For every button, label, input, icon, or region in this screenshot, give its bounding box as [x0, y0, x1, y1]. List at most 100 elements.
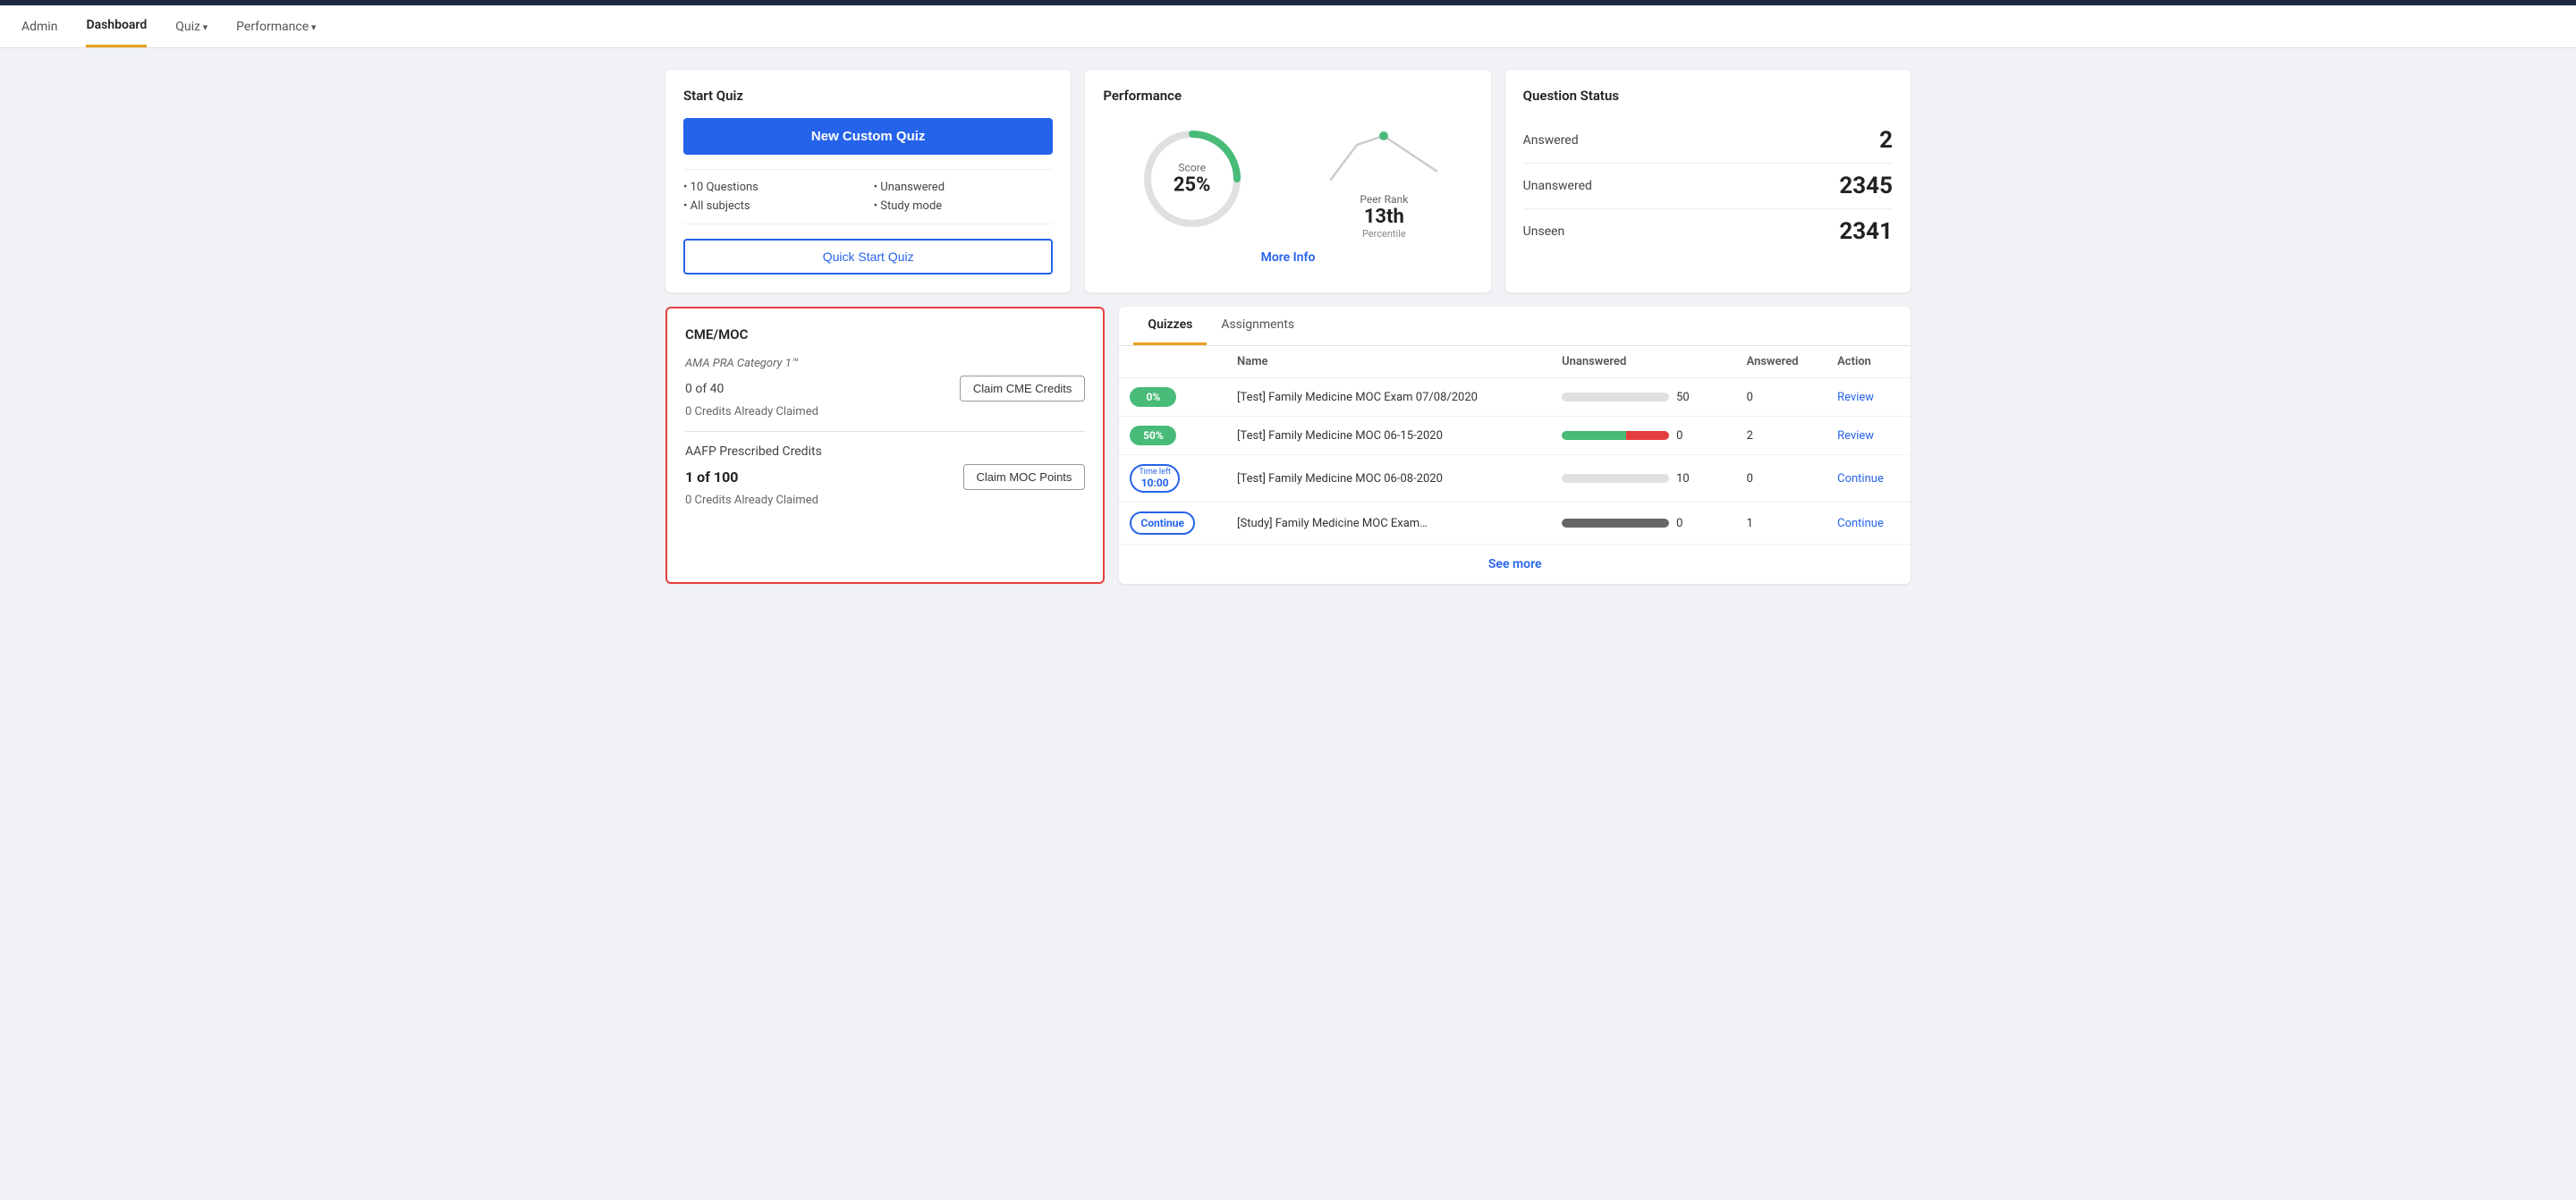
table-header-row: Name Unanswered Answered Action: [1119, 346, 1911, 378]
cme-title: CME/MOC: [685, 326, 1085, 342]
nav-quiz[interactable]: Quiz: [175, 7, 208, 46]
cme-section-aafp: AAFP Prescribed Credits 1 of 100 Claim M…: [685, 444, 1085, 507]
moc-count-row: 1 of 100 Claim MOC Points: [685, 464, 1085, 490]
unseen-value: 2341: [1839, 218, 1893, 245]
quiz-badge-0pct: 0%: [1130, 387, 1176, 407]
action-cell: Review: [1826, 378, 1911, 417]
table-row: Continue [Study] Family Medicine MOC Exa…: [1119, 503, 1911, 545]
cme-already-claimed: 0 Credits Already Claimed: [685, 405, 1085, 418]
time-left-badge: Time left 10:00: [1130, 464, 1180, 493]
name-cell: [Test] Family Medicine MOC 06-15-2020: [1226, 417, 1551, 455]
quizzes-card: Quizzes Assignments Name Unanswered Answ…: [1119, 307, 1911, 584]
quiz-options: 10 Questions Unanswered All subjects Stu…: [683, 169, 1053, 224]
claim-moc-button[interactable]: Claim MOC Points: [963, 464, 1086, 490]
name-cell: [Study] Family Medicine MOC Exam…: [1226, 503, 1551, 545]
unseen-label: Unseen: [1523, 224, 1565, 239]
performance-card: Performance Score 25%: [1085, 70, 1490, 292]
moc-already-claimed: 0 Credits Already Claimed: [685, 494, 1085, 507]
tab-assignments[interactable]: Assignments: [1207, 307, 1309, 345]
more-info-link[interactable]: More Info: [1103, 250, 1472, 265]
bottom-row: CME/MOC AMA PRA Category 1™ 0 of 40 Clai…: [665, 307, 1911, 584]
action-cell: Continue: [1826, 455, 1911, 503]
cme-count-row: 0 of 40 Claim CME Credits: [685, 376, 1085, 401]
quiz-badge-continue: Continue: [1130, 511, 1195, 535]
name-cell: [Test] Family Medicine MOC 06-08-2020: [1226, 455, 1551, 503]
nav-dashboard[interactable]: Dashboard: [86, 5, 147, 47]
peer-rank-value: 13th: [1360, 206, 1408, 228]
new-custom-quiz-button[interactable]: New Custom Quiz: [683, 118, 1053, 155]
cme-category-label: AMA PRA Category 1™: [685, 357, 1085, 370]
peer-rank-sub: Percentile: [1360, 228, 1408, 240]
top-row: Start Quiz New Custom Quiz 10 Questions …: [665, 70, 1911, 292]
unanswered-cell: 10: [1551, 455, 1736, 503]
badge-cell: 50%: [1119, 417, 1226, 455]
cme-section-ama: AMA PRA Category 1™ 0 of 40 Claim CME Cr…: [685, 357, 1085, 418]
cme-count: 0 of 40: [685, 382, 724, 396]
performance-inner: Score 25% Peer Rank 13th Percentile: [1103, 118, 1472, 240]
quiz-option-questions: 10 Questions: [683, 181, 863, 194]
review-link-2[interactable]: Review: [1837, 429, 1874, 443]
answered-cell: 2: [1736, 417, 1827, 455]
unanswered-label: Unanswered: [1523, 179, 1592, 193]
action-cell: Review: [1826, 417, 1911, 455]
nav-bar: Admin Dashboard Quiz Performance: [0, 5, 2576, 48]
peer-rank-wrap: Peer Rank 13th Percentile: [1295, 118, 1473, 240]
score-label: Score 25%: [1174, 162, 1211, 197]
claim-cme-button[interactable]: Claim CME Credits: [960, 376, 1086, 401]
unanswered-cell: 0: [1551, 503, 1736, 545]
answered-row: Answered 2: [1523, 118, 1893, 164]
continue-link-1[interactable]: Continue: [1837, 472, 1884, 486]
badge-cell: Time left 10:00: [1119, 455, 1226, 503]
col-badge: [1119, 346, 1226, 378]
quiz-table: Name Unanswered Answered Action 0% [Test…: [1119, 346, 1911, 545]
col-name: Name: [1226, 346, 1551, 378]
badge-cell: Continue: [1119, 503, 1226, 545]
unanswered-cell: 50: [1551, 378, 1736, 417]
score-circle: Score 25%: [1139, 125, 1246, 232]
start-quiz-title: Start Quiz: [683, 88, 1053, 104]
start-quiz-card: Start Quiz New Custom Quiz 10 Questions …: [665, 70, 1071, 292]
answered-cell: 0: [1736, 455, 1827, 503]
table-row: Time left 10:00 [Test] Family Medicine M…: [1119, 455, 1911, 503]
moc-count: 1 of 100: [685, 469, 738, 486]
name-cell: [Test] Family Medicine MOC Exam 07/08/20…: [1226, 378, 1551, 417]
question-status-card: Question Status Answered 2 Unanswered 23…: [1505, 70, 1911, 292]
see-more-row: See more: [1119, 545, 1911, 584]
col-unanswered: Unanswered: [1551, 346, 1736, 378]
quiz-option-unanswered: Unanswered: [874, 181, 1054, 194]
performance-title: Performance: [1103, 88, 1472, 104]
tab-quizzes[interactable]: Quizzes: [1133, 307, 1207, 345]
answered-value: 2: [1879, 127, 1893, 154]
table-row: 50% [Test] Family Medicine MOC 06-15-202…: [1119, 417, 1911, 455]
aafp-label: AAFP Prescribed Credits: [685, 444, 1085, 459]
unanswered-cell: 0: [1551, 417, 1736, 455]
nav-performance[interactable]: Performance: [236, 7, 316, 46]
score-circle-wrap: Score 25%: [1103, 125, 1281, 232]
cme-divider: [685, 431, 1085, 432]
quick-start-quiz-button[interactable]: Quick Start Quiz: [683, 239, 1053, 275]
quiz-badge-50pct: 50%: [1130, 426, 1176, 445]
answered-cell: 1: [1736, 503, 1827, 545]
peer-rank-chart: [1330, 118, 1437, 190]
tabs-row: Quizzes Assignments: [1119, 307, 1911, 346]
action-cell: Continue: [1826, 503, 1911, 545]
review-link-1[interactable]: Review: [1837, 391, 1874, 404]
score-value: 25%: [1174, 174, 1211, 197]
col-action: Action: [1826, 346, 1911, 378]
unanswered-row: Unanswered 2345: [1523, 164, 1893, 209]
see-more-link[interactable]: See more: [1488, 557, 1542, 571]
cme-moc-card: CME/MOC AMA PRA Category 1™ 0 of 40 Clai…: [665, 307, 1105, 584]
badge-cell: 0%: [1119, 378, 1226, 417]
unanswered-value: 2345: [1839, 173, 1893, 199]
quiz-option-mode: Study mode: [874, 199, 1054, 213]
col-answered: Answered: [1736, 346, 1827, 378]
nav-admin[interactable]: Admin: [21, 7, 57, 46]
quiz-option-subjects: All subjects: [683, 199, 863, 213]
main-content: Start Quiz New Custom Quiz 10 Questions …: [644, 48, 1932, 605]
answered-cell: 0: [1736, 378, 1827, 417]
unseen-row: Unseen 2341: [1523, 209, 1893, 254]
peer-rank-label: Peer Rank: [1360, 193, 1408, 206]
answered-label: Answered: [1523, 133, 1579, 148]
continue-link-2[interactable]: Continue: [1837, 517, 1884, 530]
score-title: Score: [1174, 162, 1211, 174]
